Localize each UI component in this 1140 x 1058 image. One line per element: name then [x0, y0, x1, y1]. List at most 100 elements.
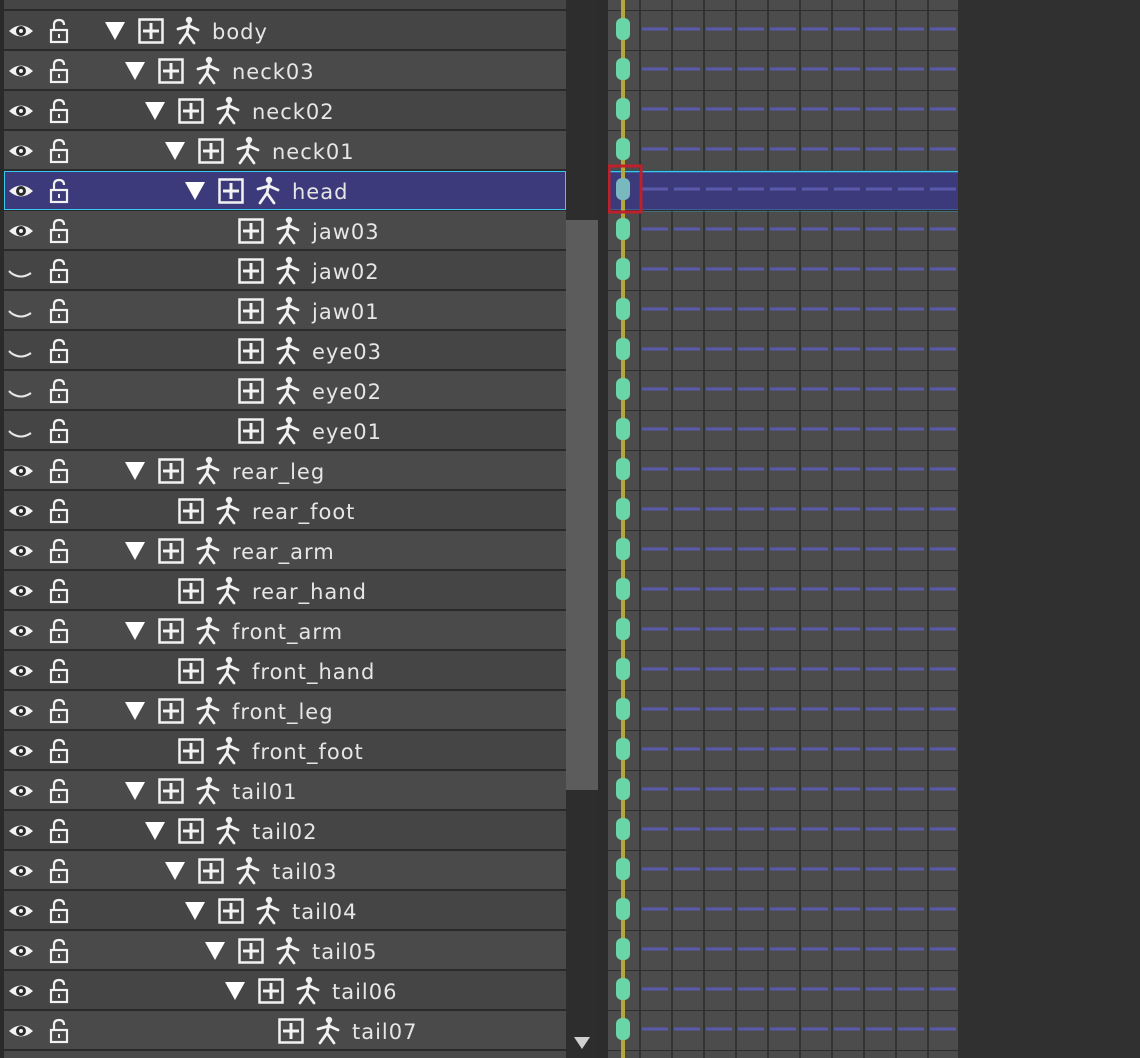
eye-icon[interactable] — [8, 541, 34, 561]
tree-row[interactable]: front_arm — [4, 611, 566, 650]
plus-box-icon[interactable] — [238, 218, 264, 244]
eye-closed-icon[interactable] — [8, 381, 34, 401]
eye-icon[interactable] — [8, 501, 34, 521]
tree-row[interactable]: rear_foot — [4, 491, 566, 530]
plus-box-icon[interactable] — [198, 858, 224, 884]
eye-icon[interactable] — [8, 941, 34, 961]
unlock-icon[interactable] — [48, 578, 70, 604]
tree-row[interactable]: front_foot — [4, 731, 566, 770]
eye-icon[interactable] — [8, 621, 34, 641]
unlock-icon[interactable] — [48, 458, 70, 484]
eye-icon[interactable] — [8, 981, 34, 1001]
tree-row[interactable]: front_leg — [4, 691, 566, 730]
tree-row[interactable]: tail04 — [4, 891, 566, 930]
plus-box-icon[interactable] — [238, 418, 264, 444]
unlock-icon[interactable] — [48, 778, 70, 804]
eye-icon[interactable] — [8, 581, 34, 601]
tree-row[interactable]: body — [4, 11, 566, 50]
expand-triangle-icon[interactable] — [124, 781, 146, 801]
expand-triangle-icon[interactable] — [184, 181, 206, 201]
plus-box-icon[interactable] — [238, 298, 264, 324]
expand-triangle-icon[interactable] — [124, 61, 146, 81]
eye-icon[interactable] — [8, 1021, 34, 1041]
plus-box-icon[interactable] — [178, 658, 204, 684]
plus-box-icon[interactable] — [258, 978, 284, 1004]
tree-row[interactable]: tail02 — [4, 811, 566, 850]
unlock-icon[interactable] — [48, 938, 70, 964]
expand-triangle-icon[interactable] — [124, 541, 146, 561]
plus-box-icon[interactable] — [158, 58, 184, 84]
eye-icon[interactable] — [8, 141, 34, 161]
unlock-icon[interactable] — [48, 738, 70, 764]
expand-triangle-icon[interactable] — [124, 621, 146, 641]
expand-triangle-icon[interactable] — [164, 861, 186, 881]
expand-triangle-icon[interactable] — [144, 101, 166, 121]
tree-row[interactable]: eye01 — [4, 411, 566, 450]
plus-box-icon[interactable] — [218, 178, 244, 204]
eye-closed-icon[interactable] — [8, 261, 34, 281]
plus-box-icon[interactable] — [178, 738, 204, 764]
unlock-icon[interactable] — [48, 618, 70, 644]
eye-icon[interactable] — [8, 21, 34, 41]
plus-box-icon[interactable] — [158, 538, 184, 564]
panel-separator[interactable] — [598, 0, 608, 1058]
unlock-icon[interactable] — [48, 338, 70, 364]
expand-triangle-icon[interactable] — [164, 141, 186, 161]
tree-row[interactable]: neck02 — [4, 91, 566, 130]
unlock-icon[interactable] — [48, 498, 70, 524]
tree-row[interactable]: rear_arm — [4, 531, 566, 570]
eye-icon[interactable] — [8, 821, 34, 841]
plus-box-icon[interactable] — [238, 338, 264, 364]
expand-triangle-icon[interactable] — [124, 701, 146, 721]
tree-row[interactable]: front_hand — [4, 651, 566, 690]
plus-box-icon[interactable] — [178, 98, 204, 124]
unlock-icon[interactable] — [48, 178, 70, 204]
eye-closed-icon[interactable] — [8, 301, 34, 321]
unlock-icon[interactable] — [48, 818, 70, 844]
tree-row[interactable]: tail01 — [4, 771, 566, 810]
eye-icon[interactable] — [8, 901, 34, 921]
unlock-icon[interactable] — [48, 378, 70, 404]
plus-box-icon[interactable] — [178, 818, 204, 844]
unlock-icon[interactable] — [48, 698, 70, 724]
expand-triangle-icon[interactable] — [224, 981, 246, 1001]
plus-box-icon[interactable] — [278, 1018, 304, 1044]
unlock-icon[interactable] — [48, 138, 70, 164]
plus-box-icon[interactable] — [158, 458, 184, 484]
timeline-panel[interactable] — [608, 0, 958, 1058]
unlock-icon[interactable] — [48, 1018, 70, 1044]
tree-row[interactable]: tail06 — [4, 971, 566, 1010]
eye-icon[interactable] — [8, 101, 34, 121]
unlock-icon[interactable] — [48, 58, 70, 84]
eye-icon[interactable] — [8, 181, 34, 201]
expand-triangle-icon[interactable] — [204, 941, 226, 961]
tree-row[interactable]: tail07 — [4, 1011, 566, 1050]
scrollbar-thumb[interactable] — [566, 220, 598, 790]
eye-icon[interactable] — [8, 661, 34, 681]
eye-icon[interactable] — [8, 741, 34, 761]
unlock-icon[interactable] — [48, 978, 70, 1004]
tree-row[interactable]: neck03 — [4, 51, 566, 90]
plus-box-icon[interactable] — [158, 618, 184, 644]
tree-row[interactable]: jaw01 — [4, 291, 566, 330]
tree-row[interactable]: rear_hand — [4, 571, 566, 610]
tree-row[interactable] — [4, 1051, 566, 1058]
tree-row-selected[interactable]: head — [4, 171, 566, 210]
tree-row[interactable]: jaw02 — [4, 251, 566, 290]
unlock-icon[interactable] — [48, 218, 70, 244]
plus-box-icon[interactable] — [158, 698, 184, 724]
unlock-icon[interactable] — [48, 258, 70, 284]
eye-closed-icon[interactable] — [8, 421, 34, 441]
expand-triangle-icon[interactable] — [104, 21, 126, 41]
unlock-icon[interactable] — [48, 858, 70, 884]
unlock-icon[interactable] — [48, 898, 70, 924]
tree-row[interactable]: neck01 — [4, 131, 566, 170]
expand-triangle-icon[interactable] — [144, 821, 166, 841]
unlock-icon[interactable] — [48, 658, 70, 684]
eye-icon[interactable] — [8, 701, 34, 721]
unlock-icon[interactable] — [48, 418, 70, 444]
tree-row[interactable] — [4, 0, 566, 10]
plus-box-icon[interactable] — [238, 378, 264, 404]
plus-box-icon[interactable] — [218, 898, 244, 924]
plus-box-icon[interactable] — [178, 498, 204, 524]
